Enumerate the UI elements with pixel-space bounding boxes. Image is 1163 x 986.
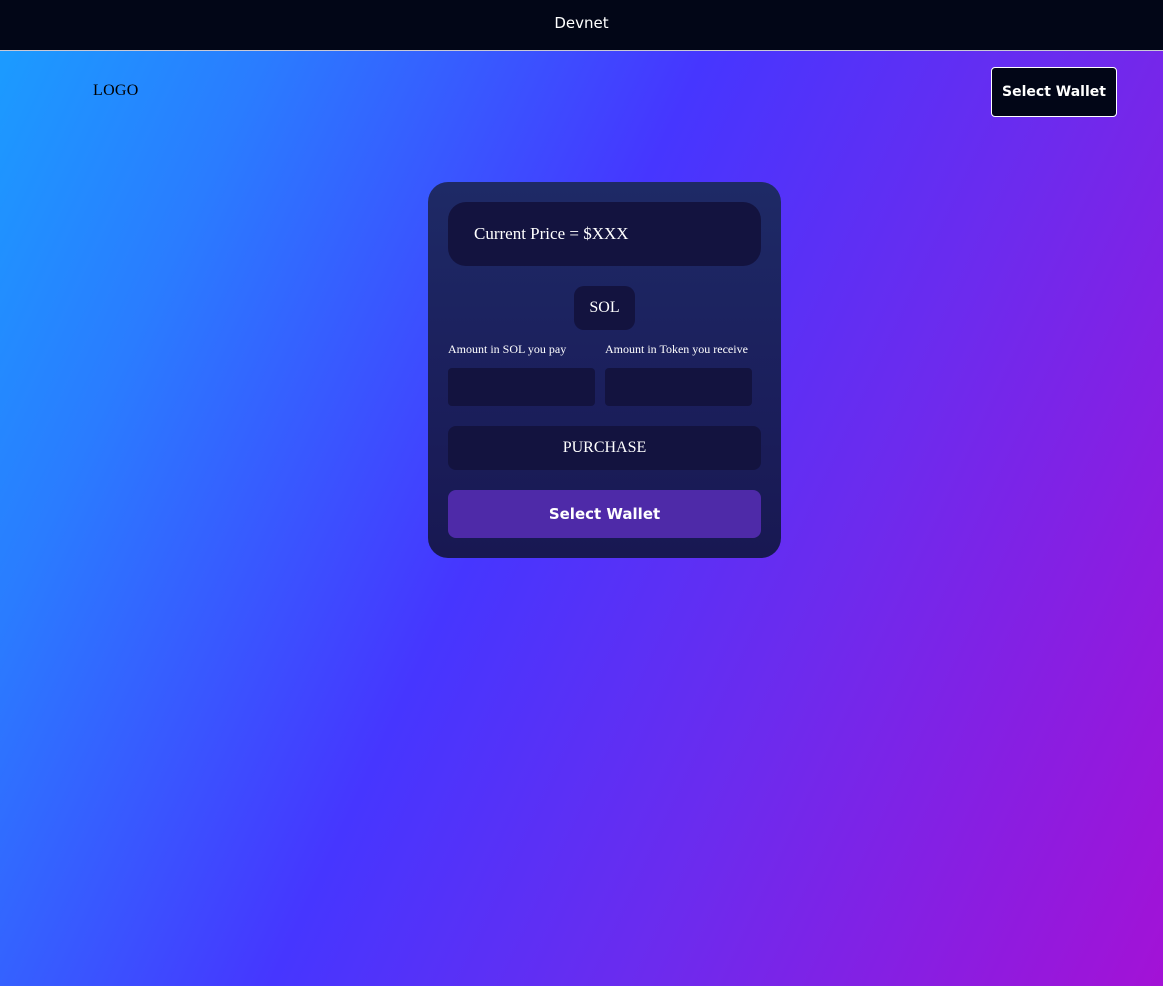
network-bar: Devnet [0,0,1163,51]
receive-amount-input[interactable] [605,368,752,406]
receive-amount-label: Amount in Token you receive [605,342,748,356]
currency-badge: SOL [574,286,635,330]
pay-amount-input[interactable] [448,368,595,406]
current-price: Current Price = $XXX [448,202,761,266]
card-select-wallet-button[interactable]: Select Wallet [448,490,761,538]
purchase-button[interactable]: PURCHASE [448,426,761,470]
header-select-wallet-button[interactable]: Select Wallet [991,67,1117,117]
purchase-card: Current Price = $XXX SOL Amount in SOL y… [428,182,781,558]
logo: LOGO [93,82,139,99]
pay-amount-label: Amount in SOL you pay [448,342,567,356]
network-label: Devnet [554,14,609,32]
